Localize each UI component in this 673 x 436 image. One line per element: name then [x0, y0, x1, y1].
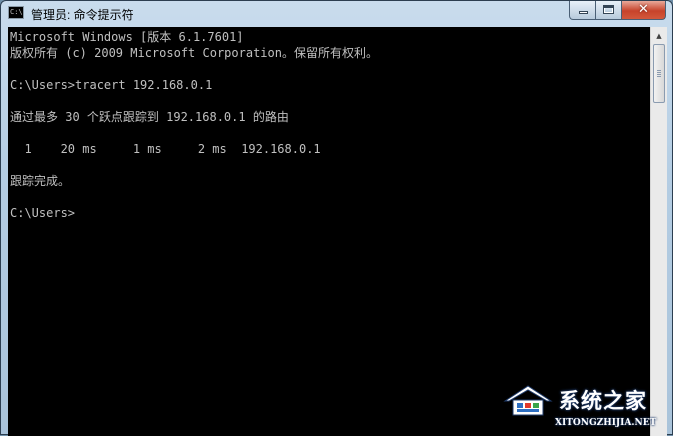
console-output[interactable]: Microsoft Windows [版本 6.1.7601] 版权所有 (c)…: [8, 27, 650, 436]
console-line-command: C:\Users>tracert 192.168.0.1: [10, 78, 213, 92]
minimize-icon: [579, 11, 588, 14]
maximize-icon: [603, 5, 614, 14]
console-window: C:\. 管理员: 命令提示符 ✕ Microsoft Windows [版本 …: [0, 0, 673, 436]
console-line-version: Microsoft Windows [版本 6.1.7601]: [10, 30, 244, 44]
watermark-title: 系统之家: [559, 389, 647, 413]
close-icon: ✕: [638, 2, 649, 17]
console-prompt[interactable]: C:\Users>: [10, 205, 75, 221]
watermark-url: XITONGZHIJIA.NET: [555, 418, 657, 428]
minimize-button[interactable]: [569, 1, 596, 20]
cmd-icon[interactable]: C:\.: [8, 6, 24, 19]
console-line-complete: 跟踪完成。: [10, 174, 71, 188]
console-line-copyright: 版权所有 (c) 2009 Microsoft Corporation。保留所有…: [10, 46, 378, 60]
watermark: 系统之家 XITONGZHIJIA.NET: [493, 377, 673, 436]
title-bar[interactable]: C:\. 管理员: 命令提示符 ✕: [1, 1, 672, 27]
console-line-trace-header: 通过最多 30 个跃点跟踪到 192.168.0.1 的路由: [10, 110, 289, 124]
console-line-hop: 1 20 ms 1 ms 2 ms 192.168.0.1: [10, 142, 321, 156]
scrollbar-thumb[interactable]: [653, 44, 665, 103]
window-title: 管理员: 命令提示符: [31, 8, 134, 22]
vertical-scrollbar[interactable]: ▲: [650, 27, 667, 436]
maximize-button[interactable]: [596, 1, 622, 20]
close-button[interactable]: ✕: [622, 1, 666, 20]
scroll-up-icon[interactable]: ▲: [651, 27, 667, 44]
house-logo-icon: [503, 385, 553, 416]
caption-buttons: ✕: [569, 1, 666, 20]
scrollbar-grip: [657, 70, 661, 77]
